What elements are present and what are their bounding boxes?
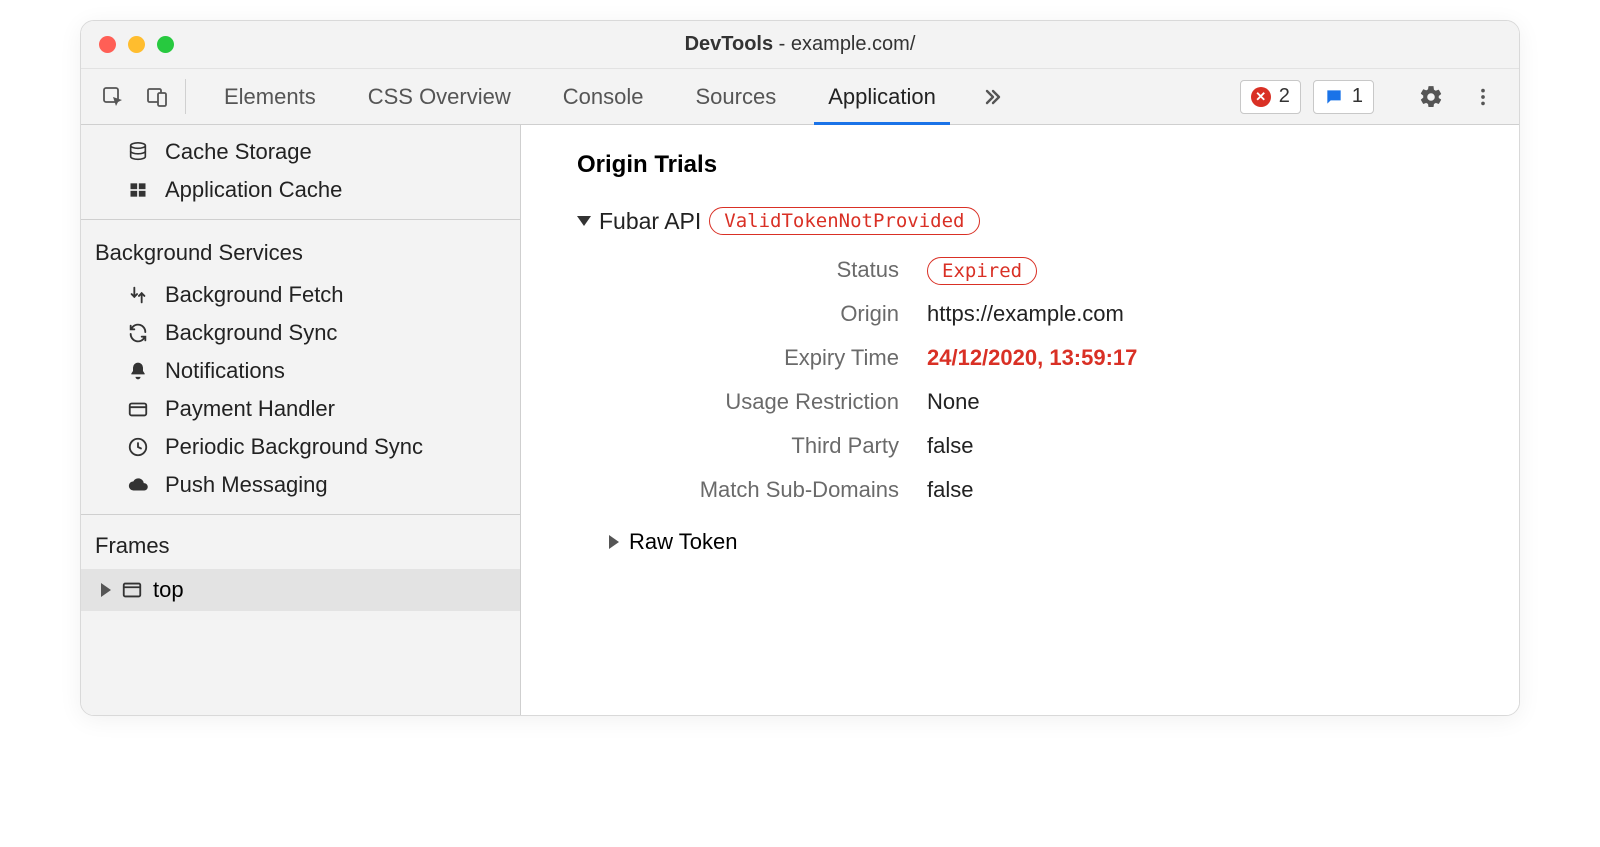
tab-application[interactable]: Application xyxy=(802,69,962,124)
settings-button[interactable] xyxy=(1411,84,1451,110)
value-usage-restriction: None xyxy=(927,389,1519,415)
messages-count: 1 xyxy=(1352,85,1363,108)
errors-badge[interactable]: ✕ 2 xyxy=(1240,80,1301,114)
window-title: DevTools - example.com/ xyxy=(81,33,1519,56)
raw-token-label: Raw Token xyxy=(629,529,737,555)
sidebar-item-periodic-background-sync[interactable]: Periodic Background Sync xyxy=(81,428,520,466)
devtools-toolbar: Elements CSS Overview Console Sources Ap… xyxy=(81,69,1519,125)
label-status: Status xyxy=(609,257,899,283)
window-title-page: example.com/ xyxy=(791,33,916,55)
errors-count: 2 xyxy=(1279,85,1290,108)
token-status-pill: ValidTokenNotProvided xyxy=(709,207,979,235)
label-third-party: Third Party xyxy=(609,433,899,459)
devtools-window: DevTools - example.com/ Elements CSS Ove… xyxy=(80,20,1520,716)
messages-icon xyxy=(1324,87,1344,107)
more-menu-button[interactable] xyxy=(1463,86,1503,108)
panel-tabs: Elements CSS Overview Console Sources Ap… xyxy=(198,69,962,124)
sidebar-item-notifications[interactable]: Notifications xyxy=(81,352,520,390)
minimize-window-button[interactable] xyxy=(128,36,145,53)
sidebar-item-push-messaging[interactable]: Push Messaging xyxy=(81,466,520,504)
toolbar-right: ✕ 2 1 xyxy=(1240,69,1509,124)
fetch-icon xyxy=(125,284,151,306)
label-origin: Origin xyxy=(609,301,899,327)
toolbar-divider xyxy=(185,79,186,114)
section-heading-origin-trials: Origin Trials xyxy=(577,151,1519,179)
sidebar-item-label: Periodic Background Sync xyxy=(165,434,423,460)
database-stack-icon xyxy=(125,141,151,163)
trial-name: Fubar API xyxy=(599,208,701,235)
device-toolbar-button[interactable] xyxy=(135,69,179,124)
value-origin: https://example.com xyxy=(927,301,1519,327)
label-match-subdomains: Match Sub-Domains xyxy=(609,477,899,503)
label-expiry: Expiry Time xyxy=(609,345,899,371)
sidebar-item-background-fetch[interactable]: Background Fetch xyxy=(81,276,520,314)
sidebar-item-payment-handler[interactable]: Payment Handler xyxy=(81,390,520,428)
clock-icon xyxy=(125,436,151,458)
value-status: Expired xyxy=(927,257,1519,283)
sidebar-item-label: Background Sync xyxy=(165,320,337,346)
sidebar-item-background-sync[interactable]: Background Sync xyxy=(81,314,520,352)
tab-sources[interactable]: Sources xyxy=(669,69,802,124)
sidebar-item-label: Payment Handler xyxy=(165,396,335,422)
window-controls xyxy=(99,36,174,53)
sidebar-group-background-services: Background Services Background Fetch Bac… xyxy=(81,219,520,504)
more-tabs-button[interactable] xyxy=(962,69,1022,124)
bell-icon xyxy=(125,361,151,381)
expand-triangle-icon xyxy=(101,583,111,597)
sidebar-item-label: Cache Storage xyxy=(165,139,312,165)
value-expiry: 24/12/2020, 13:59:17 xyxy=(927,345,1519,371)
sidebar-group-frames: Frames top xyxy=(81,514,520,611)
sidebar-item-label: Application Cache xyxy=(165,177,342,203)
sidebar-item-label: Background Fetch xyxy=(165,282,344,308)
sidebar-item-label: Notifications xyxy=(165,358,285,384)
tab-console[interactable]: Console xyxy=(537,69,670,124)
titlebar: DevTools - example.com/ xyxy=(81,21,1519,69)
error-icon: ✕ xyxy=(1251,87,1271,107)
sync-icon xyxy=(125,322,151,344)
frame-label: top xyxy=(153,577,184,603)
sidebar-item-frame-top[interactable]: top xyxy=(81,569,520,611)
issues-badge[interactable]: 1 xyxy=(1313,80,1374,114)
value-match-subdomains: false xyxy=(927,477,1519,503)
status-pill: Expired xyxy=(927,257,1037,285)
inspect-element-button[interactable] xyxy=(91,69,135,124)
application-sidebar: Cache Storage Application Cache Backgrou… xyxy=(81,125,521,715)
tab-css-overview[interactable]: CSS Overview xyxy=(342,69,537,124)
close-window-button[interactable] xyxy=(99,36,116,53)
frame-icon xyxy=(121,579,143,601)
card-icon xyxy=(125,398,151,420)
sidebar-frames-title: Frames xyxy=(81,527,520,569)
trial-details: Status Expired Origin https://example.co… xyxy=(609,257,1519,503)
zoom-window-button[interactable] xyxy=(157,36,174,53)
trial-toggle-row[interactable]: Fubar API ValidTokenNotProvided xyxy=(577,207,1519,235)
sidebar-item-cache-storage[interactable]: Cache Storage xyxy=(81,133,520,171)
main-panel: Origin Trials Fubar API ValidTokenNotPro… xyxy=(521,125,1519,715)
tab-elements[interactable]: Elements xyxy=(198,69,342,124)
grid-icon xyxy=(125,180,151,200)
raw-token-toggle[interactable]: Raw Token xyxy=(609,529,1519,555)
value-third-party: false xyxy=(927,433,1519,459)
collapse-triangle-icon xyxy=(577,216,591,226)
sidebar-item-application-cache[interactable]: Application Cache xyxy=(81,171,520,209)
body-split: Cache Storage Application Cache Backgrou… xyxy=(81,125,1519,715)
label-usage-restriction: Usage Restriction xyxy=(609,389,899,415)
expand-triangle-icon xyxy=(609,535,619,549)
sidebar-item-label: Push Messaging xyxy=(165,472,328,498)
sidebar-group-title: Background Services xyxy=(81,234,520,276)
cloud-icon xyxy=(125,474,151,496)
window-title-app: DevTools xyxy=(685,33,774,55)
